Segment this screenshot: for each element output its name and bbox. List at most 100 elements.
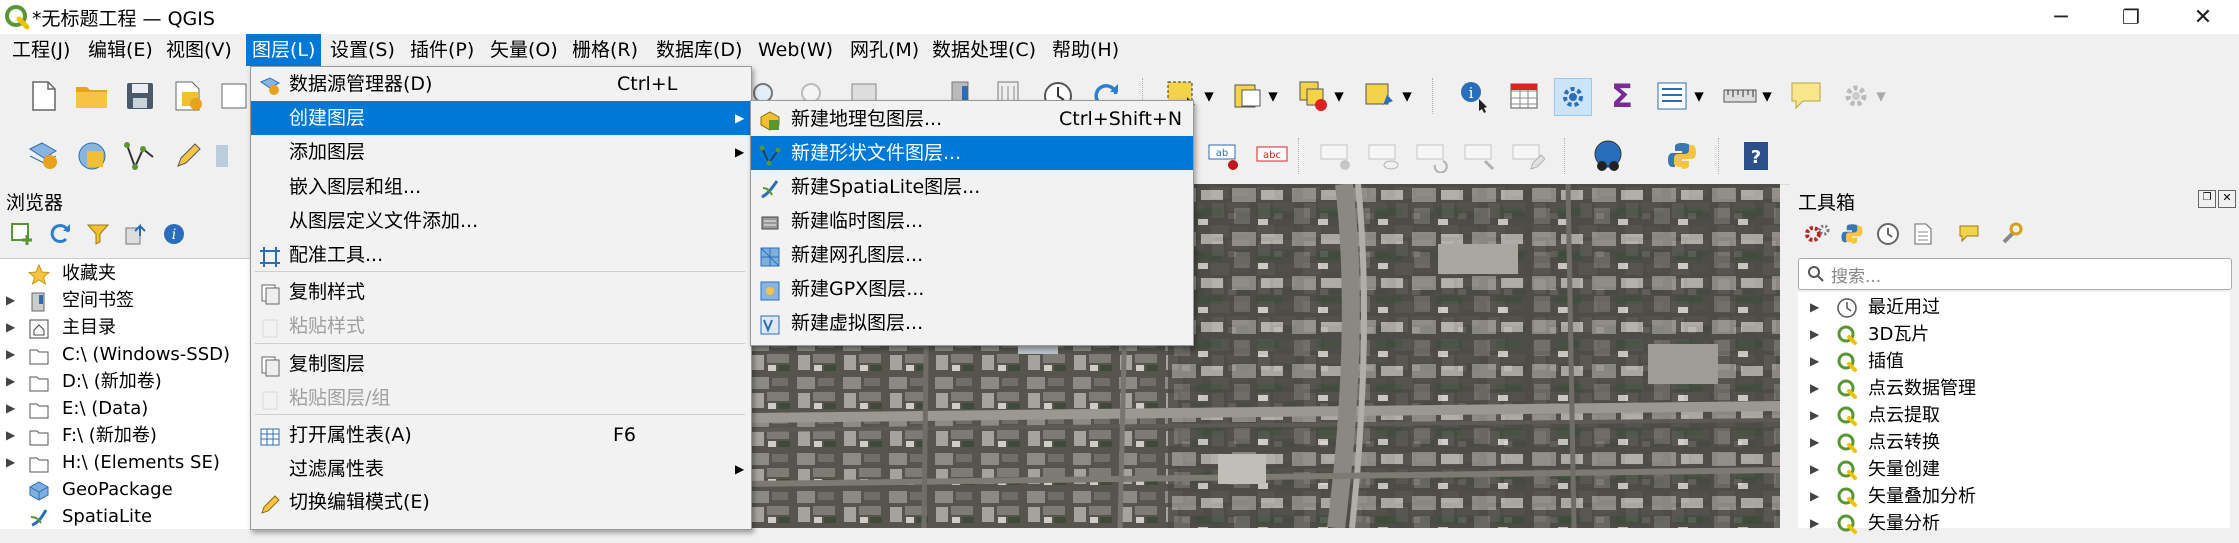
statistics-sigma-icon[interactable]: Σ xyxy=(1604,77,1640,115)
chevron-down-icon[interactable]: ▾ xyxy=(1264,78,1282,114)
chevron-right-icon[interactable]: ▶ xyxy=(1810,321,1819,348)
chevron-down-icon[interactable]: ▾ xyxy=(1330,78,1348,114)
float-panel-icon[interactable]: ❐ xyxy=(2198,190,2216,208)
open-project-icon[interactable] xyxy=(74,78,110,114)
create-layer-item[interactable]: 新建形状文件图层... xyxy=(751,136,1193,170)
menu-item[interactable]: 工程(J) xyxy=(6,34,76,66)
create-layer-item[interactable]: 新建GPX图层... xyxy=(751,272,1193,306)
field-calculator-icon[interactable] xyxy=(1654,78,1690,114)
create-layer-item[interactable]: 新建网孔图层... xyxy=(751,238,1193,272)
data-source-manager-icon[interactable] xyxy=(26,138,62,174)
create-layer-item[interactable]: 新建临时图层... xyxy=(751,204,1193,238)
layer-menu-item[interactable]: 添加图层 ▶ xyxy=(251,135,751,169)
create-layer-item[interactable]: 新建虚拟图层... xyxy=(751,306,1193,340)
chevron-right-icon[interactable]: ▶ xyxy=(6,422,15,449)
minimize-button[interactable]: ─ xyxy=(2036,0,2086,34)
toolbox-group[interactable]: ▶ 矢量创建 xyxy=(1798,456,2230,483)
identify-icon[interactable]: i xyxy=(1456,78,1492,114)
attribute-table-icon[interactable] xyxy=(1506,78,1542,114)
info-icon[interactable]: i xyxy=(162,222,186,246)
collapse-all-icon[interactable] xyxy=(124,222,148,246)
filter-icon[interactable] xyxy=(86,222,110,246)
menu-item[interactable]: 帮助(H) xyxy=(1046,34,1125,66)
label-change-icon[interactable] xyxy=(1462,138,1498,174)
gear-icon[interactable] xyxy=(1838,78,1874,114)
select-by-value-icon[interactable] xyxy=(1230,78,1266,114)
toolbox-group[interactable]: ▶ 点云数据管理 xyxy=(1798,375,2230,402)
label-rotate-icon[interactable] xyxy=(1414,138,1450,174)
menu-item[interactable]: 插件(P) xyxy=(404,34,480,66)
close-button[interactable]: ✕ xyxy=(2178,0,2228,34)
browser-item[interactable]: ▶ D:\ (新加卷) xyxy=(0,368,255,395)
layer-menu-item[interactable]: 过滤属性表 ▶ xyxy=(251,452,751,486)
browser-item[interactable]: SpatiaLite xyxy=(0,503,255,530)
browser-item[interactable]: ▶ H:\ (Elements SE) xyxy=(0,449,255,476)
layer-menu-item[interactable]: 数据源管理器(D) Ctrl+L xyxy=(251,67,751,101)
options-wrench-icon[interactable] xyxy=(2000,222,2024,246)
layer-menu-item[interactable]: 创建图层 ▶ xyxy=(251,101,751,135)
help-icon[interactable]: ? xyxy=(1738,138,1774,174)
toolbox-group[interactable]: ▶ 矢量分析 xyxy=(1798,510,2230,537)
chevron-right-icon[interactable]: ▶ xyxy=(6,314,15,341)
menu-item[interactable]: 图层(L) xyxy=(246,34,322,66)
create-layer-item[interactable]: 新建SpatiaLite图层... xyxy=(751,170,1193,204)
chevron-down-icon[interactable]: ▾ xyxy=(1690,78,1708,114)
menu-item[interactable]: 编辑(E) xyxy=(82,34,159,66)
browser-item[interactable]: ▶ C:\ (Windows-SSD) xyxy=(0,341,255,368)
label-edit-icon[interactable] xyxy=(1510,138,1546,174)
save-project-icon[interactable] xyxy=(122,78,158,114)
chevron-down-icon[interactable]: ▾ xyxy=(1758,78,1776,114)
toolbox-search-input[interactable]: 搜索... xyxy=(1798,258,2232,290)
chevron-right-icon[interactable]: ▶ xyxy=(1810,294,1819,321)
chevron-right-icon[interactable]: ▶ xyxy=(6,449,15,476)
label-show-icon[interactable] xyxy=(1366,138,1402,174)
chevron-down-icon[interactable]: ▾ xyxy=(1872,78,1890,114)
chevron-right-icon[interactable]: ▶ xyxy=(1810,375,1819,402)
chevron-right-icon[interactable]: ▶ xyxy=(1810,510,1819,537)
chevron-right-icon[interactable]: ▶ xyxy=(1810,483,1819,510)
digitize-icon[interactable] xyxy=(122,138,158,174)
toolbox-group[interactable]: ▶ 矢量叠加分析 xyxy=(1798,483,2230,510)
close-panel-icon[interactable]: ✕ xyxy=(2218,190,2236,208)
menu-item[interactable]: Web(W) xyxy=(752,34,839,66)
chevron-right-icon[interactable]: ▶ xyxy=(6,287,15,314)
layer-menu-item[interactable]: 复制图层 xyxy=(251,347,751,381)
measure-icon[interactable] xyxy=(1722,78,1758,114)
toolbox-group[interactable]: ▶ 点云提取 xyxy=(1798,402,2230,429)
create-layer-item[interactable]: 新建地理包图层... Ctrl+Shift+N xyxy=(751,102,1193,136)
browser-item[interactable]: ▶ 主目录 xyxy=(0,314,255,341)
toolbox-icon[interactable] xyxy=(1554,78,1592,116)
browser-item[interactable]: ▶ E:\ (Data) xyxy=(0,395,255,422)
map-tips-icon[interactable] xyxy=(1788,78,1824,114)
layer-toolbar-more-icon[interactable] xyxy=(212,138,232,174)
select-location-icon[interactable] xyxy=(1362,78,1398,114)
edit-features-in-place-icon[interactable] xyxy=(1958,222,1982,246)
toolbox-group[interactable]: ▶ 3D瓦片 xyxy=(1798,321,2230,348)
layer-menu-item[interactable]: 配准工具... xyxy=(251,238,751,272)
layer-menu-item[interactable]: 粘贴图层/组 xyxy=(251,381,751,415)
browser-item[interactable]: ▶ F:\ (新加卷) xyxy=(0,422,255,449)
layer-menu-item[interactable]: 复制样式 xyxy=(251,275,751,309)
history-clock-icon[interactable] xyxy=(1876,222,1900,246)
menu-item[interactable]: 设置(S) xyxy=(324,34,401,66)
chevron-right-icon[interactable]: ▶ xyxy=(1810,348,1819,375)
chevron-right-icon[interactable]: ▶ xyxy=(1810,456,1819,483)
toolbox-group[interactable]: ▶ 最近用过 xyxy=(1798,294,2230,321)
maximize-button[interactable]: ❐ xyxy=(2106,0,2156,34)
python-console-icon[interactable] xyxy=(1664,138,1700,174)
models-gear-icon[interactable] xyxy=(1804,222,1830,246)
add-selected-layers-icon[interactable] xyxy=(10,222,34,246)
results-viewer-icon[interactable] xyxy=(1912,222,1936,246)
new-print-layout-icon[interactable] xyxy=(170,78,206,114)
deselect-icon[interactable] xyxy=(1296,78,1332,114)
layer-menu-item[interactable]: 打开属性表(A) F6 xyxy=(251,418,751,452)
menu-item[interactable]: 视图(V) xyxy=(160,34,238,66)
toolbox-group[interactable]: ▶ 点云转换 xyxy=(1798,429,2230,456)
chevron-right-icon[interactable]: ▶ xyxy=(1810,429,1819,456)
label-pin-icon[interactable]: ab xyxy=(1206,138,1242,174)
chevron-right-icon[interactable]: ▶ xyxy=(6,368,15,395)
refresh-icon[interactable] xyxy=(48,222,72,246)
menu-item[interactable]: 矢量(O) xyxy=(484,34,564,66)
chevron-down-icon[interactable]: ▾ xyxy=(1200,78,1218,114)
chevron-right-icon[interactable]: ▶ xyxy=(6,341,15,368)
